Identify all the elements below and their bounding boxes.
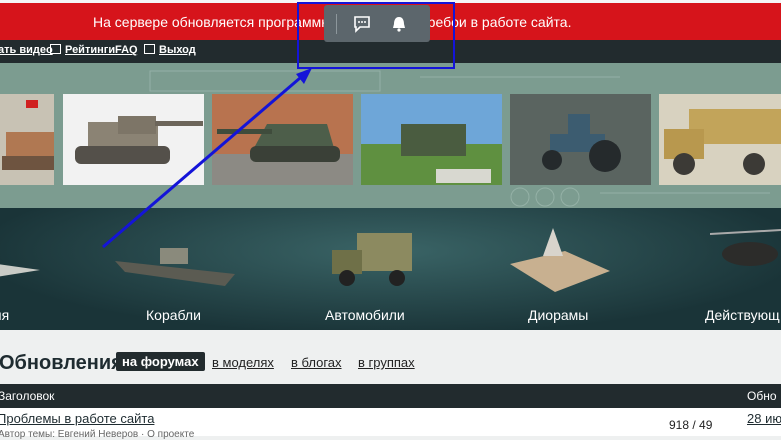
tab-groups[interactable]: в группах bbox=[358, 355, 415, 370]
column-last-update: Обно bbox=[747, 389, 777, 403]
ship-icon bbox=[115, 248, 235, 286]
topic-view-reply-count: 918 / 49 bbox=[669, 418, 713, 432]
category-cars[interactable]: Автомобили bbox=[315, 208, 425, 330]
logout-icon bbox=[144, 44, 155, 54]
helicopter-icon bbox=[710, 229, 781, 266]
category-working-models-label: Действующ bbox=[705, 307, 780, 323]
nav-video-link[interactable]: ать видео bbox=[0, 44, 53, 56]
topic-last-update-link[interactable]: 28 ию bbox=[747, 411, 781, 426]
category-aviation[interactable]: яя bbox=[0, 208, 50, 330]
tab-models[interactable]: в моделях bbox=[212, 355, 274, 370]
category-ships[interactable]: Корабли bbox=[110, 208, 240, 330]
nav-faq-link[interactable]: FAQ bbox=[115, 44, 138, 56]
truck-icon bbox=[332, 233, 412, 286]
diorama-icon bbox=[510, 228, 610, 292]
category-working-models[interactable]: Действующ bbox=[700, 208, 781, 330]
model-photo-strip bbox=[0, 63, 781, 208]
annotation-highlight-box bbox=[297, 2, 455, 69]
nav-ratings-link[interactable]: Рейтинги bbox=[50, 44, 115, 56]
photo-army-truck-image bbox=[664, 109, 781, 175]
chart-icon bbox=[50, 44, 61, 54]
plane-icon bbox=[0, 264, 40, 277]
photo-su-image bbox=[212, 124, 353, 185]
model-photo-su[interactable] bbox=[212, 94, 353, 185]
category-ships-label: Корабли bbox=[146, 307, 201, 323]
category-cars-label: Автомобили bbox=[325, 307, 405, 323]
category-aviation-label: яя bbox=[0, 307, 10, 323]
model-photo-1[interactable] bbox=[0, 94, 54, 185]
topic-meta: Автор темы: Евгений Неверов · О проекте bbox=[0, 429, 195, 440]
photo-1-image bbox=[2, 100, 54, 170]
updates-heading: Обновления bbox=[0, 352, 123, 374]
model-photo-tiger[interactable] bbox=[63, 94, 204, 185]
photo-tractor-image bbox=[542, 114, 621, 172]
nav-logout-label: Выход bbox=[159, 44, 196, 56]
table-row: Проблемы в работе сайта Автор темы: Евге… bbox=[0, 408, 781, 440]
column-title: Заголовок bbox=[0, 389, 55, 403]
tab-forums[interactable]: на форумах bbox=[116, 352, 205, 371]
model-photo-truck-diorama[interactable] bbox=[361, 94, 502, 185]
tab-blogs[interactable]: в блогах bbox=[291, 355, 342, 370]
category-dioramas-label: Диорамы bbox=[528, 307, 589, 323]
photo-truck-diorama-image bbox=[361, 124, 502, 185]
nav-ratings-label: Рейтинги bbox=[65, 44, 116, 56]
nav-logout-link[interactable]: Выход bbox=[144, 44, 196, 56]
photo-tiger-image bbox=[75, 116, 203, 164]
updates-table-header: Заголовок Обно bbox=[0, 384, 781, 408]
category-strip: яя Корабли Автомобили Диорамы Действующ bbox=[0, 208, 781, 330]
category-dioramas[interactable]: Диорамы bbox=[505, 208, 615, 330]
model-photo-army-truck[interactable] bbox=[659, 94, 781, 185]
topic-title-link[interactable]: Проблемы в работе сайта bbox=[0, 411, 154, 426]
model-photo-tractor[interactable] bbox=[510, 94, 651, 185]
